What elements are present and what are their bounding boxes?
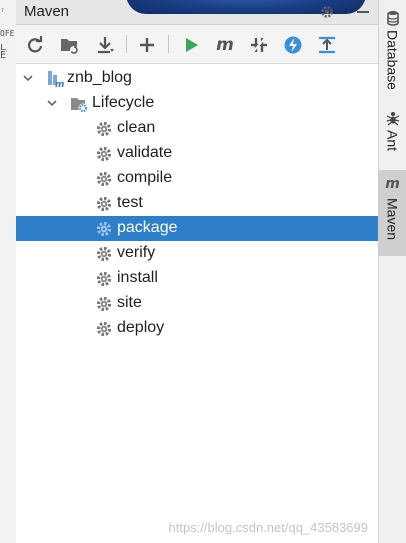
right-tool-strip: Database Ant m Maven: [379, 0, 406, 543]
chevron-down-icon[interactable]: [46, 97, 58, 109]
tree-node-project[interactable]: m znb_blog: [16, 66, 378, 91]
tab-ant-label: Ant: [384, 130, 401, 152]
tree-node-goal-clean[interactable]: clean: [16, 116, 378, 141]
tree-node-goal-site[interactable]: site: [16, 291, 378, 316]
goal-label: package: [117, 219, 178, 236]
settings-gear-icon[interactable]: [319, 4, 335, 20]
goal-label: verify: [117, 244, 156, 261]
gear-icon: [96, 121, 112, 137]
lifecycle-folder-icon: [71, 98, 88, 113]
maven-module-icon: m: [48, 71, 64, 88]
toolbar-separator: [126, 35, 127, 53]
goal-label: test: [117, 194, 143, 211]
watermark: https://blog.csdn.net/qq_43583699: [168, 520, 369, 535]
gutter-text-3: L E: [0, 44, 7, 60]
tree-node-goal-verify[interactable]: verify: [16, 241, 378, 266]
maven-tool-window: Maven m m znb_blog Lifecycle clean valid…: [16, 0, 379, 543]
toggle-skip-tests-icon[interactable]: [248, 34, 270, 56]
gutter-text-1: ₇: [0, 6, 5, 14]
tab-maven[interactable]: m Maven: [379, 170, 406, 256]
tree-node-goal-deploy[interactable]: deploy: [16, 316, 378, 341]
gear-icon: [96, 196, 112, 212]
tree-node-goal-compile[interactable]: compile: [16, 166, 378, 191]
gear-icon: [96, 271, 112, 287]
editor-gutter: ₇ OFE L E: [0, 0, 17, 543]
gutter-text-2: OFE: [0, 30, 15, 38]
lifecycle-label: Lifecycle: [92, 94, 155, 111]
ide-screen: ₇ OFE L E Maven m m znb_blog Lifecycle c…: [0, 0, 406, 543]
gear-icon: [96, 171, 112, 187]
goal-label: install: [117, 269, 158, 286]
goal-label: deploy: [117, 319, 165, 336]
tree-node-goal-validate[interactable]: validate: [16, 141, 378, 166]
toolbar-separator: [168, 35, 169, 53]
tab-ant[interactable]: Ant: [379, 104, 406, 162]
download-icon[interactable]: [94, 34, 116, 56]
hide-icon[interactable]: [357, 11, 369, 13]
goal-label: site: [117, 294, 142, 311]
ant-icon: [386, 112, 399, 126]
maven-toolbar: m: [16, 25, 378, 64]
gear-icon: [96, 321, 112, 337]
tree-node-lifecycle[interactable]: Lifecycle: [16, 91, 378, 116]
run-icon[interactable]: [180, 34, 202, 56]
execute-goal-icon[interactable]: m: [214, 34, 236, 56]
tool-window-title: Maven: [24, 3, 70, 20]
tree-node-goal-install[interactable]: install: [16, 266, 378, 291]
maven-icon: m: [385, 176, 400, 192]
add-maven-project-icon[interactable]: [58, 34, 80, 56]
collapse-icon[interactable]: [316, 34, 338, 56]
goal-label: compile: [117, 169, 173, 186]
goal-label: clean: [117, 119, 156, 136]
lightning-icon[interactable]: [282, 34, 304, 56]
tree-node-goal-test[interactable]: test: [16, 191, 378, 216]
database-icon: [386, 11, 399, 26]
tool-window-title-bar: Maven: [16, 0, 378, 25]
tree-node-goal-package[interactable]: package: [16, 216, 378, 241]
project-name: znb_blog: [67, 69, 132, 86]
goal-label: validate: [117, 144, 173, 161]
plus-icon[interactable]: [136, 34, 158, 56]
maven-project-tree: m znb_blog Lifecycle clean validate comp…: [16, 64, 378, 543]
tab-database[interactable]: Database: [379, 4, 406, 92]
gear-icon: [96, 146, 112, 162]
svg-text:m: m: [55, 80, 64, 88]
gear-icon: [96, 221, 112, 237]
chevron-down-icon[interactable]: [22, 72, 34, 84]
gear-icon: [96, 296, 112, 312]
refresh-icon[interactable]: [24, 34, 46, 56]
gear-icon: [96, 246, 112, 262]
tab-database-label: Database: [384, 30, 401, 90]
tab-maven-label: Maven: [384, 198, 401, 241]
